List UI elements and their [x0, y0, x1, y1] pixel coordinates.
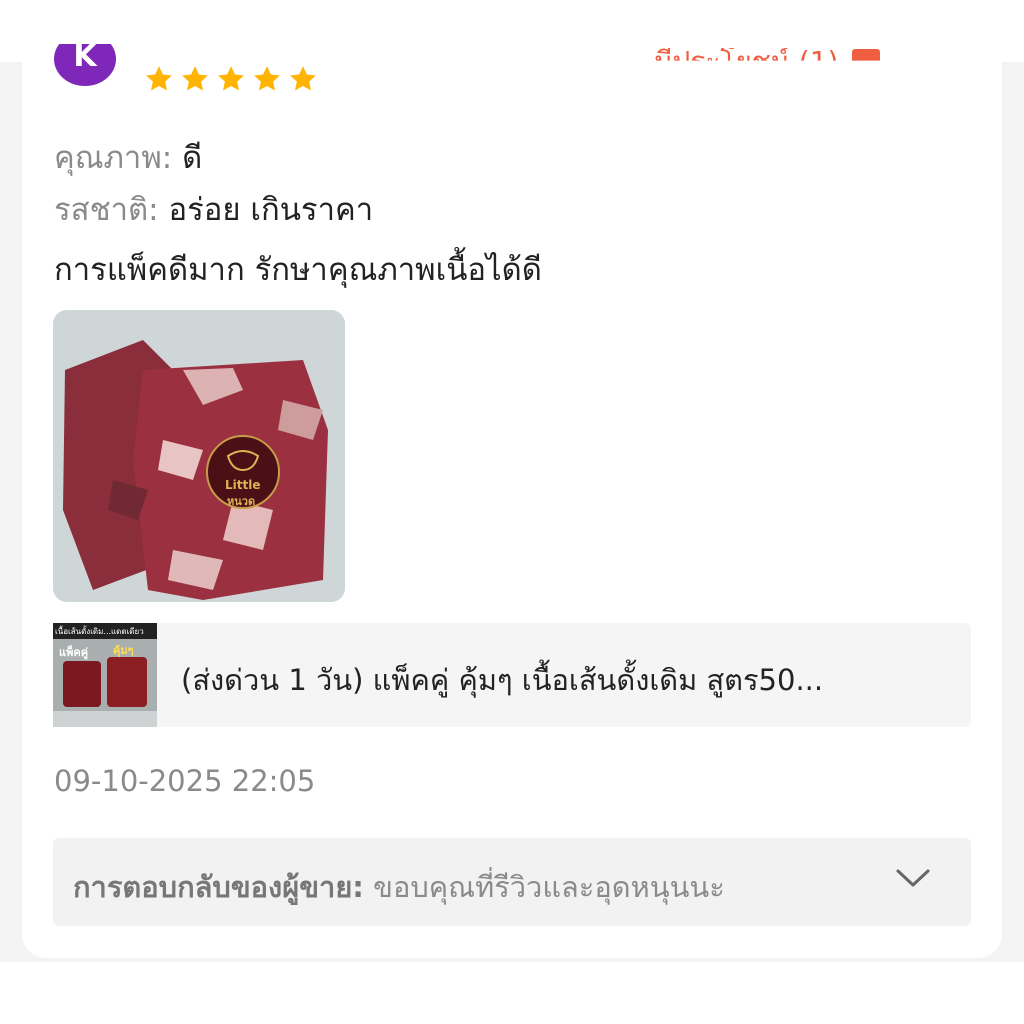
helpful-label: มีประโยชน์ (1) — [654, 45, 839, 78]
star-rating — [144, 64, 318, 94]
quality-label: คุณภาพ: — [54, 140, 173, 176]
seller-reply[interactable]: การตอบกลับของผู้ขาย: ขอบคุณที่รีวิวและอุ… — [53, 838, 971, 926]
product-thumb-banner: เนื้อเส้นดั้งเดิม...แดดเดียว — [55, 627, 144, 636]
product-thumbnail: เนื้อเส้นดั้งเดิม...แดดเดียว แพ็คคู่ คุ้… — [53, 623, 157, 727]
helpful-button[interactable]: มีประโยชน์ (1) — [654, 45, 881, 78]
taste-label: รสชาติ: — [54, 192, 159, 228]
star-icon — [218, 66, 244, 91]
quality-value: ดี — [182, 140, 203, 176]
star-icon — [290, 66, 316, 91]
product-thumb-badge-right: คุ้มๆ — [113, 644, 134, 657]
avatar[interactable]: K — [54, 44, 116, 86]
seller-reply-label: การตอบกลับของผู้ขาย: — [73, 870, 364, 904]
beef-photo-image — [53, 310, 345, 602]
review-comment: การแพ็คดีมาก รักษาคุณภาพเนื้อได้ดี — [54, 252, 542, 288]
seller-reply-text: ขอบคุณที่รีวิวและอุดหนุนนะ — [373, 870, 725, 904]
thumb-up-icon — [852, 49, 881, 61]
star-icon — [254, 66, 280, 91]
product-link[interactable]: เนื้อเส้นดั้งเดิม...แดดเดียว แพ็คคู่ คุ้… — [53, 623, 971, 727]
taste-line: รสชาติ: อร่อย เกินราคา — [54, 184, 373, 234]
product-title: (ส่งด่วน 1 วัน) แพ็คคู่ คุ้มๆ เนื้อเส้นด… — [181, 663, 824, 697]
review-photo[interactable]: Little หนวด — [53, 310, 345, 602]
taste-value: อร่อย เกินราคา — [168, 192, 374, 228]
quality-line: คุณภาพ: ดี — [54, 132, 202, 182]
seller-reply-text-line: การตอบกลับของผู้ขาย: ขอบคุณที่รีวิวและอุ… — [73, 864, 843, 910]
review-card: K มีประโยชน์ (1) คุณภาพ: ดี รสชาติ: อร่อ… — [22, 44, 1002, 958]
chevron-down-icon[interactable] — [895, 866, 931, 890]
product-thumb-badge-left: แพ็คคู่ — [59, 646, 89, 659]
photo-logo-text-2: หนวด — [227, 495, 256, 508]
star-icon — [146, 66, 172, 91]
bottom-bar — [0, 962, 1024, 1024]
product-thumbnail-image — [53, 623, 157, 727]
photo-logo-text: Little — [225, 478, 261, 492]
review-timestamp: 09-10-2025 22:05 — [54, 764, 316, 798]
star-icon — [182, 66, 208, 91]
